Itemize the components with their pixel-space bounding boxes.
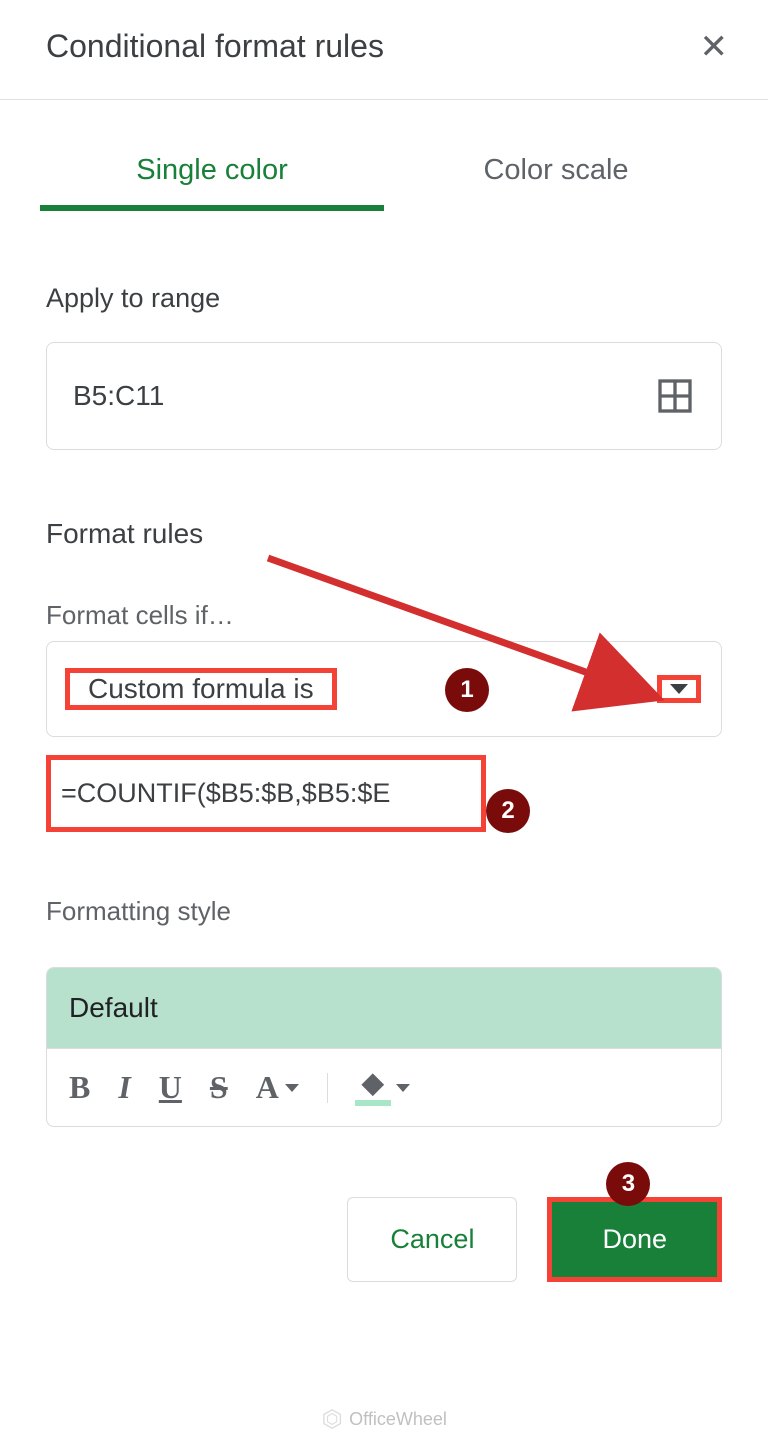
- tab-single-color[interactable]: Single color: [40, 154, 384, 211]
- highlight-caret: [657, 675, 701, 703]
- strike-button[interactable]: S: [210, 1069, 228, 1106]
- panel-title: Conditional format rules: [46, 28, 384, 65]
- done-button[interactable]: Done: [552, 1202, 717, 1277]
- watermark-logo-icon: [321, 1408, 343, 1430]
- chevron-down-icon[interactable]: [670, 684, 688, 694]
- underline-button[interactable]: U: [159, 1069, 182, 1106]
- badge-3: 3: [606, 1162, 650, 1206]
- fill-glyph: ◆: [362, 1070, 384, 1098]
- tabs: Single color Color scale: [0, 154, 768, 211]
- badge-1: 1: [445, 668, 489, 712]
- highlight-box-1: Custom formula is: [65, 668, 337, 710]
- formatting-style-label: Formatting style: [46, 896, 722, 927]
- badge-2: 2: [486, 789, 530, 833]
- highlight-box-3: 3 Done: [547, 1197, 722, 1282]
- fill-color-button[interactable]: ◆: [356, 1070, 410, 1106]
- formatting-style-box: Default B I U S A ◆: [46, 967, 722, 1127]
- format-rules-title: Format rules: [46, 518, 722, 550]
- bold-button[interactable]: B: [69, 1069, 90, 1106]
- formula-input[interactable]: =COUNTIF($B5:$B,$B5:$E: [46, 755, 486, 832]
- paint-bucket-icon: ◆: [356, 1070, 390, 1106]
- apply-range-label: Apply to range: [46, 283, 722, 314]
- watermark-text: OfficeWheel: [349, 1409, 447, 1430]
- dialog-buttons: Cancel 3 Done: [46, 1197, 722, 1282]
- italic-button[interactable]: I: [118, 1069, 130, 1106]
- chevron-down-icon: [285, 1084, 299, 1092]
- close-icon[interactable]: ✕: [700, 30, 729, 64]
- toolbar-separator: [327, 1073, 328, 1103]
- tab-color-scale[interactable]: Color scale: [384, 154, 728, 211]
- watermark: OfficeWheel: [321, 1408, 447, 1430]
- fill-color-swatch: [355, 1100, 391, 1106]
- divider: [0, 99, 768, 100]
- chevron-down-icon: [396, 1084, 410, 1092]
- text-color-button[interactable]: A: [256, 1069, 299, 1106]
- header: Conditional format rules ✕: [0, 0, 768, 99]
- style-preview[interactable]: Default: [47, 968, 721, 1048]
- text-color-letter: A: [256, 1069, 279, 1106]
- format-toolbar: B I U S A ◆: [47, 1048, 721, 1126]
- grid-select-icon[interactable]: [655, 376, 695, 416]
- range-input-box[interactable]: B5:C11: [46, 342, 722, 450]
- format-cells-if-label: Format cells if…: [46, 600, 722, 631]
- dropdown-selected-text: Custom formula is: [70, 659, 332, 718]
- cancel-button[interactable]: Cancel: [347, 1197, 517, 1282]
- format-condition-dropdown[interactable]: Custom formula is 1: [46, 641, 722, 737]
- range-value: B5:C11: [73, 380, 164, 412]
